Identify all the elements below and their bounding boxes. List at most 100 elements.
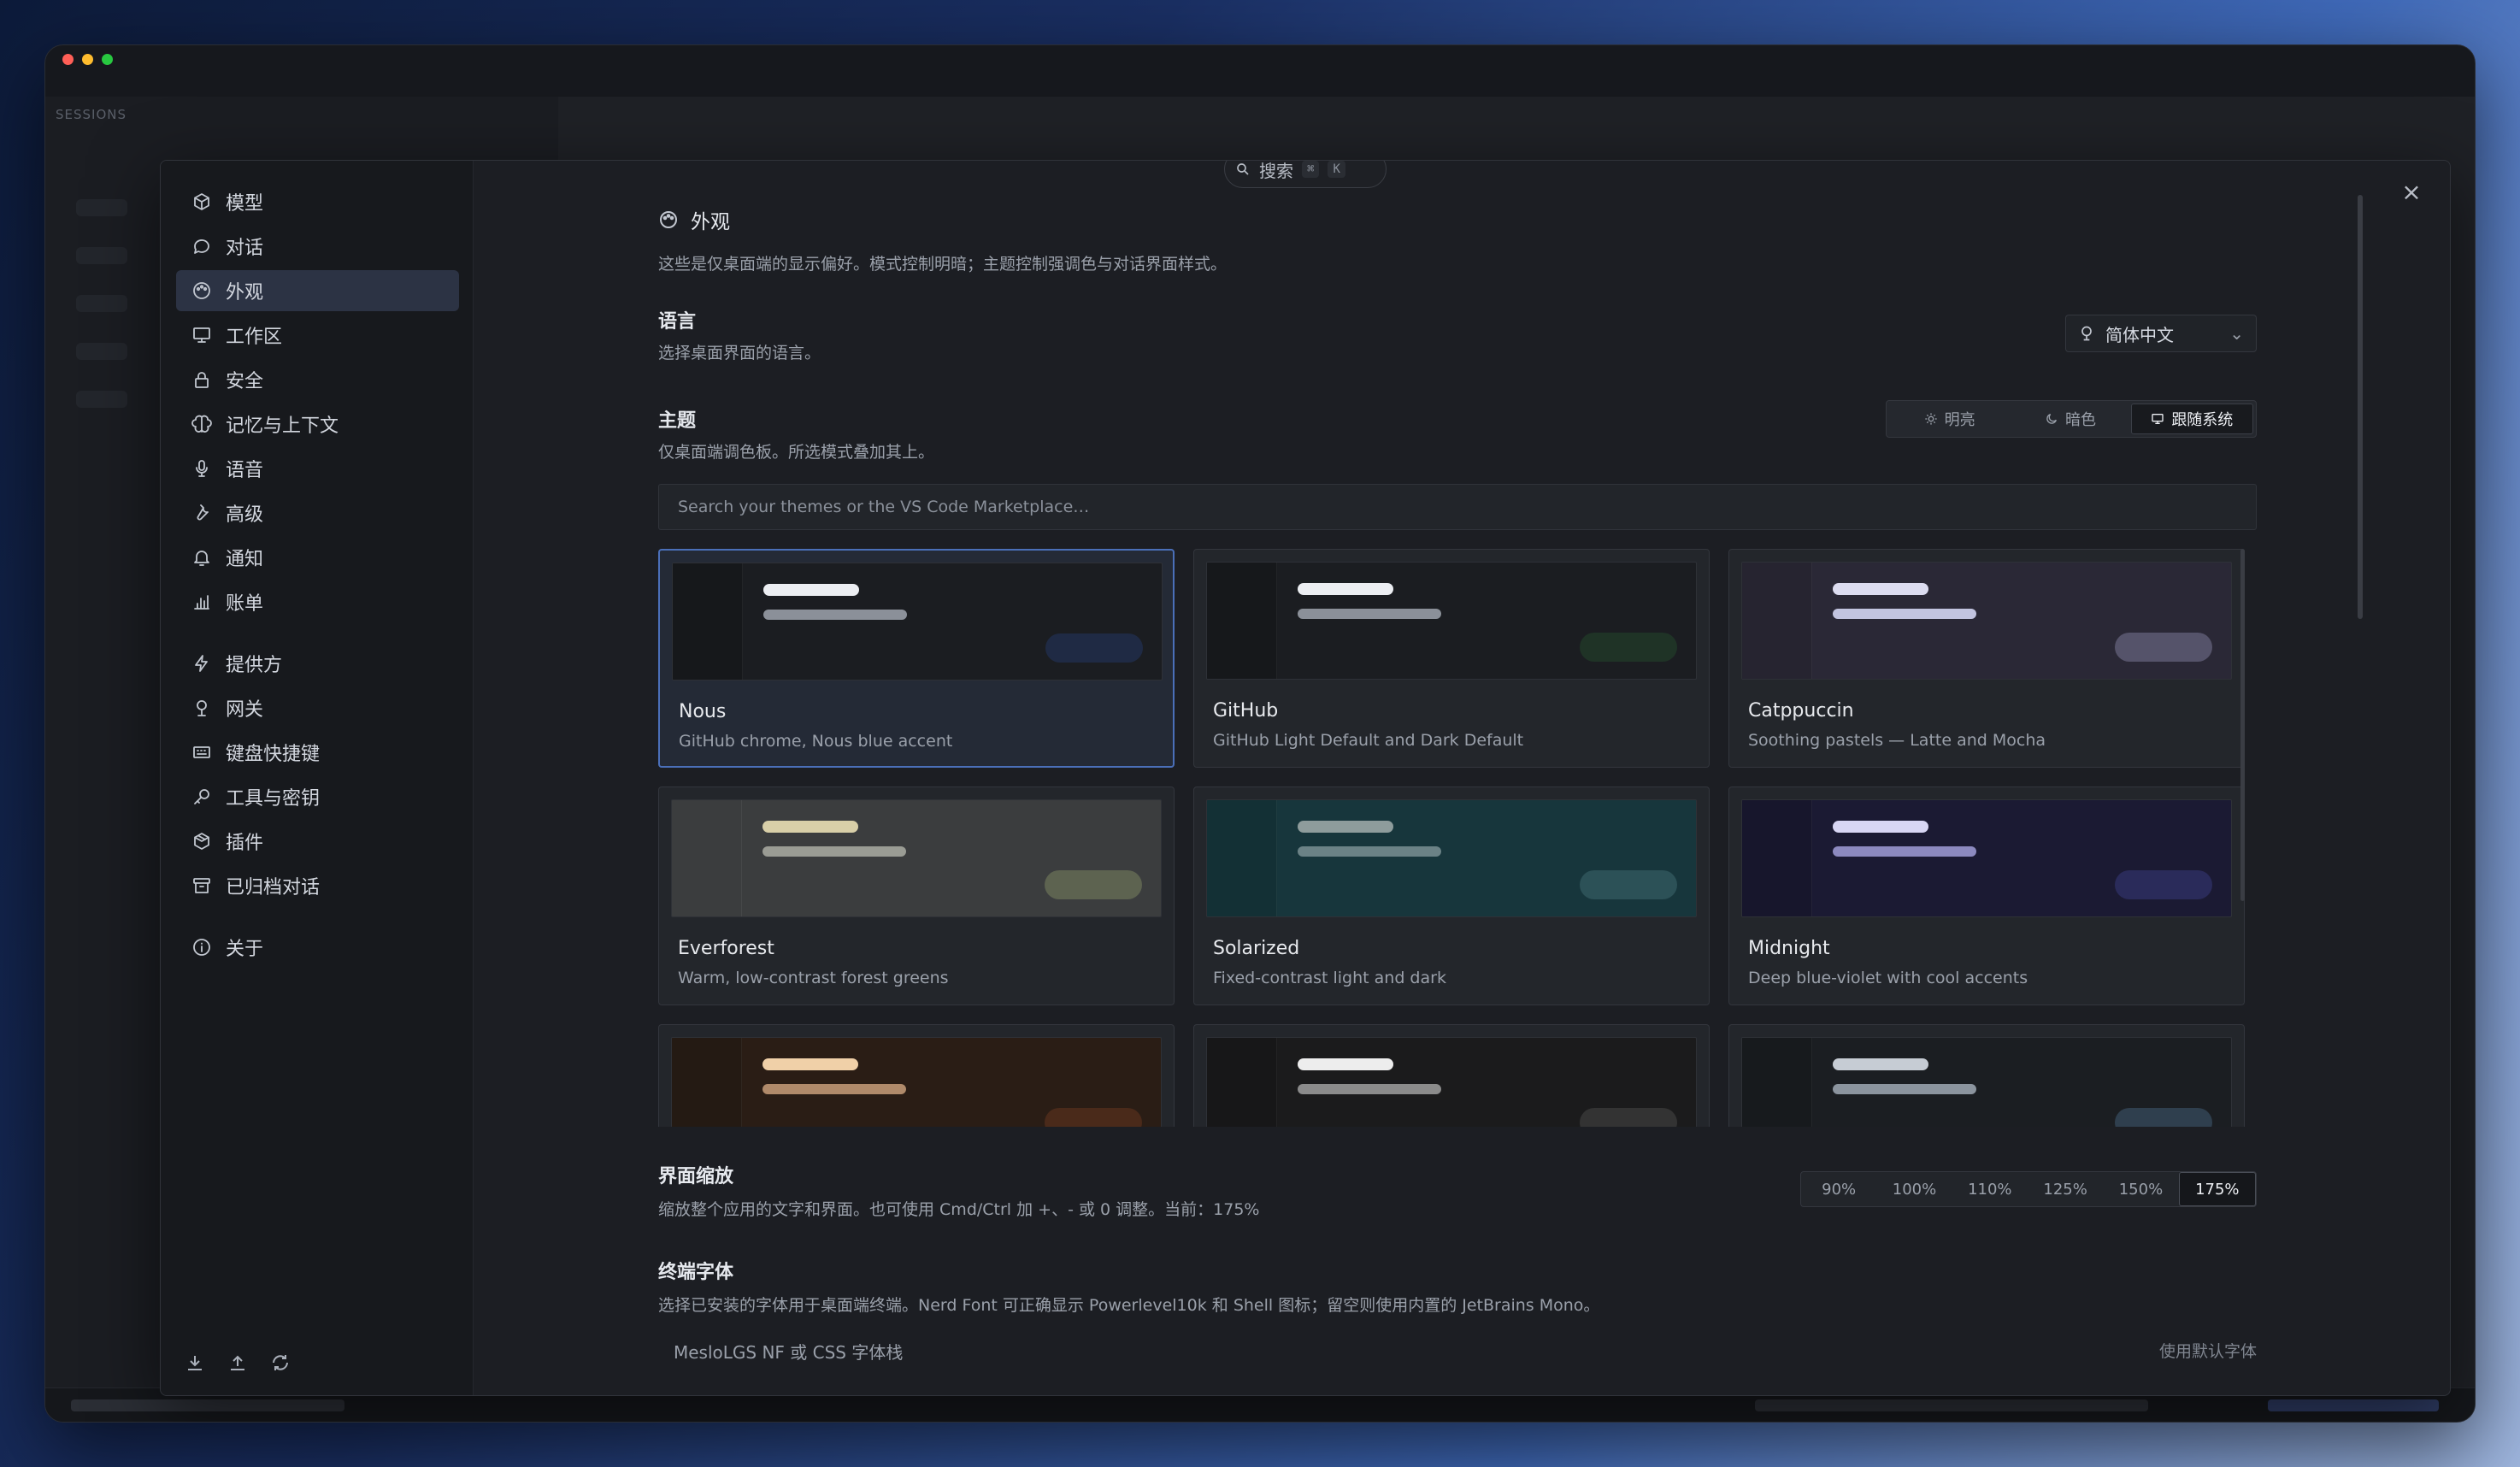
nav-item-keyboard[interactable]: 键盘快捷键 xyxy=(176,732,459,773)
language-selected-value: 简体中文 xyxy=(2105,324,2174,345)
theme-preview xyxy=(671,799,1162,917)
theme-grid: Nous GitHub chrome, Nous blue accent GitHu… xyxy=(658,549,2257,1127)
nav-item-package[interactable]: 插件 xyxy=(176,821,459,862)
preview-sidebar xyxy=(1207,1038,1277,1127)
search-button[interactable]: 搜索 ⌘ K xyxy=(1224,161,1387,188)
background-row xyxy=(76,199,127,216)
preview-accent-pill xyxy=(1045,870,1142,899)
theme-card[interactable] xyxy=(1728,1024,2245,1127)
nav-item-brain[interactable]: 记忆与上下文 xyxy=(176,404,459,445)
package-icon xyxy=(191,831,212,851)
mic-icon xyxy=(191,458,212,479)
nav-item-bolt[interactable]: 提供方 xyxy=(176,643,459,684)
chart-icon xyxy=(191,592,212,612)
use-default-font-button[interactable]: 使用默认字体 xyxy=(2159,1339,2257,1362)
theme-grid-scrollbar[interactable] xyxy=(2240,549,2245,901)
nav-item-chart[interactable]: 账单 xyxy=(176,581,459,622)
terminal-font-input[interactable]: MesloLGS NF 或 CSS 字体栈 xyxy=(674,1339,903,1364)
theme-name: GitHub xyxy=(1213,700,1279,722)
zoom-option[interactable]: 150% xyxy=(2103,1172,2178,1206)
mode-system-option[interactable]: 跟随系统 xyxy=(2130,404,2253,434)
theme-preview xyxy=(672,563,1163,680)
chevron-down-icon: ⌄ xyxy=(2229,323,2244,344)
mode-system-label: 跟随系统 xyxy=(2171,411,2234,429)
modal-scrollbar[interactable] xyxy=(2358,195,2363,619)
nav-item-palette[interactable]: 外观 xyxy=(176,270,459,311)
settings-modal: 模型 对话外观工作区安全 记忆与上下文 语音 高级 通知 账单提供方网关 键盘快捷键 工具与密钥… xyxy=(160,160,2451,1396)
lock-icon xyxy=(191,369,212,390)
app-window: SESSIONS 模型 对话 外观 工作区 安全 记忆与上下文 语音 高级 通知 账单 提供方 网关键… xyxy=(44,44,2476,1423)
theme-card[interactable]: Solarized Fixed-contrast light and dark xyxy=(1193,787,1710,1005)
close-window-button[interactable] xyxy=(62,54,74,65)
bell-icon xyxy=(191,547,212,568)
nav-item-info[interactable]: 关于 xyxy=(176,927,459,968)
preview-sidebar xyxy=(672,800,742,916)
zoom-option[interactable]: 125% xyxy=(2028,1172,2103,1206)
theme-description: Fixed-contrast light and dark xyxy=(1213,969,1446,987)
preview-accent-pill xyxy=(2115,870,2212,899)
preview-line xyxy=(1298,821,1393,833)
nav-item-lock[interactable]: 安全 xyxy=(176,359,459,400)
close-modal-button[interactable]: × xyxy=(2399,180,2424,205)
background-row xyxy=(76,391,127,408)
nav-item-label: 外观 xyxy=(226,282,264,303)
preview-accent-pill xyxy=(1580,1108,1677,1127)
theme-preview xyxy=(1206,1037,1697,1127)
window-controls xyxy=(62,54,113,65)
maximize-window-button[interactable] xyxy=(102,54,113,65)
mode-light-option[interactable]: 明亮 xyxy=(1889,404,2010,434)
mode-dark-option[interactable]: 暗色 xyxy=(2010,404,2130,434)
theme-preview xyxy=(1741,799,2232,917)
preview-accent-pill xyxy=(1580,870,1677,899)
nav-item-label: 工作区 xyxy=(226,327,283,348)
nav-item-label: 提供方 xyxy=(226,655,283,676)
zoom-option[interactable]: 90% xyxy=(1801,1172,1876,1206)
download-icon[interactable] xyxy=(185,1352,205,1373)
theme-card[interactable]: Nous GitHub chrome, Nous blue accent xyxy=(658,549,1175,768)
nav-item-archive[interactable]: 已归档对话 xyxy=(176,865,459,906)
preview-sidebar xyxy=(1742,800,1812,916)
nav-item-cube[interactable]: 模型 xyxy=(176,181,459,222)
preview-line xyxy=(1833,1084,1976,1094)
theme-card[interactable]: Everforest Warm, low-contrast forest gree… xyxy=(658,787,1175,1005)
theme-card[interactable]: Midnight Deep blue-violet with cool accen… xyxy=(1728,787,2245,1005)
theme-card[interactable]: GitHub GitHub Light Default and Dark Defa… xyxy=(1193,549,1710,768)
theme-preview xyxy=(1206,562,1697,680)
theme-preview xyxy=(1206,799,1697,917)
preview-line xyxy=(762,846,906,857)
zoom-title: 界面缩放 xyxy=(658,1166,734,1187)
preview-accent-pill xyxy=(2115,1108,2212,1127)
theme-card[interactable] xyxy=(1193,1024,1710,1127)
theme-card[interactable]: Catppuccin Soothing pastels — Latte and M… xyxy=(1728,549,2245,768)
nav-item-label: 插件 xyxy=(226,833,264,854)
nav-item-chat[interactable]: 对话 xyxy=(176,226,459,267)
language-title: 语言 xyxy=(658,311,697,333)
nav-item-gateway[interactable]: 网关 xyxy=(176,687,459,728)
preview-line xyxy=(1833,821,1928,833)
zoom-option[interactable]: 100% xyxy=(1876,1172,1952,1206)
mode-light-label: 明亮 xyxy=(1944,411,1975,429)
minimize-window-button[interactable] xyxy=(82,54,93,65)
background-row xyxy=(76,247,127,264)
theme-description: Warm, low-contrast forest greens xyxy=(678,969,949,987)
language-select[interactable]: 简体中文 ⌄ xyxy=(2065,315,2257,352)
zoom-option[interactable]: 175% xyxy=(2178,1172,2256,1206)
monitor-icon xyxy=(2152,414,2164,424)
nav-item-monitor[interactable]: 工作区 xyxy=(176,315,459,356)
theme-card[interactable] xyxy=(658,1024,1175,1127)
zoom-description: 缩放整个应用的文字和界面。也可使用 Cmd/Ctrl 加 +、- 或 0 调整。… xyxy=(658,1200,1260,1219)
theme-search-input[interactable]: Search your themes or the VS Code Market… xyxy=(658,484,2257,530)
nav-item-wrench[interactable]: 高级 xyxy=(176,492,459,533)
refresh-icon[interactable] xyxy=(270,1352,291,1373)
zoom-option[interactable]: 110% xyxy=(1952,1172,2028,1206)
nav-item-mic[interactable]: 语音 xyxy=(176,448,459,489)
theme-name: Solarized xyxy=(1213,938,1300,959)
nav-item-bell[interactable]: 通知 xyxy=(176,537,459,578)
wrench-icon xyxy=(191,503,212,523)
preview-sidebar xyxy=(1742,1038,1812,1127)
theme-name: Everforest xyxy=(678,938,774,959)
preview-sidebar xyxy=(1742,563,1812,679)
upload-icon[interactable] xyxy=(227,1352,248,1373)
nav-item-key[interactable]: 工具与密钥 xyxy=(176,776,459,817)
preview-line xyxy=(1298,609,1441,619)
